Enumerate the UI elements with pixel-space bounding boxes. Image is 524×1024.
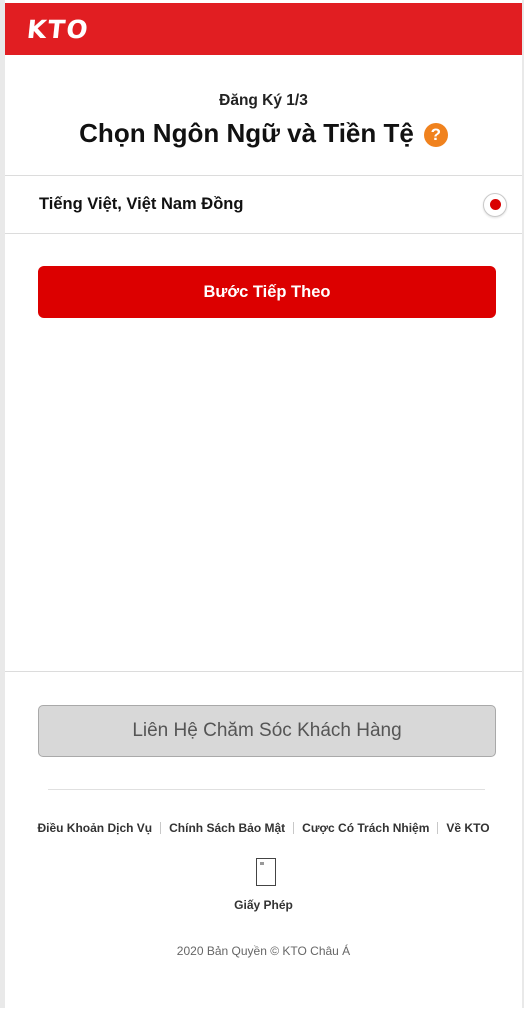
contact-support-button[interactable]: Liên Hệ Chăm Sóc Khách Hàng — [38, 705, 496, 757]
radio-selected-dot — [489, 199, 501, 210]
footer-link-responsible-gaming[interactable]: Cược Có Trách Nhiệm — [302, 821, 429, 835]
document-icon-mark — [260, 862, 264, 865]
divider — [5, 671, 522, 672]
license-link[interactable]: Giấy Phép — [5, 898, 522, 912]
divider — [5, 233, 522, 234]
document-icon[interactable] — [256, 858, 276, 886]
page-title-row: Chọn Ngôn Ngữ và Tiền Tệ ? — [5, 118, 522, 149]
footer-link-terms[interactable]: Điều Khoản Dịch Vụ — [37, 821, 152, 835]
registration-step: Đăng Ký 1/3 — [219, 92, 308, 109]
option-label: Tiếng Việt, Việt Nam Đồng — [39, 195, 244, 213]
page-left-edge — [0, 0, 5, 1008]
footer-link-about[interactable]: Về KTO — [446, 821, 489, 835]
footer-link-privacy[interactable]: Chính Sách Bảo Mật — [169, 821, 285, 835]
copyright-text: 2020 Bản Quyền © KTO Châu Á — [176, 944, 351, 958]
radio-button[interactable] — [483, 192, 507, 217]
next-step-button[interactable]: Bước Tiếp Theo — [38, 266, 496, 318]
question-circle-icon[interactable]: ? — [423, 122, 448, 147]
page-title: Chọn Ngôn Ngữ và Tiền Tệ — [79, 118, 414, 148]
header-bar: KTO — [5, 3, 522, 55]
link-separator — [293, 822, 295, 834]
page-bottom — [0, 1008, 524, 1024]
kto-logo[interactable]: KTO — [25, 15, 90, 44]
language-currency-option[interactable]: Tiếng Việt, Việt Nam Đồng — [5, 176, 522, 233]
footer-divider — [48, 789, 485, 790]
link-separator — [160, 822, 162, 834]
footer-links: Điều Khoản Dịch Vụ Chính Sách Bảo Mật Cư… — [5, 821, 522, 835]
link-separator — [437, 822, 439, 834]
